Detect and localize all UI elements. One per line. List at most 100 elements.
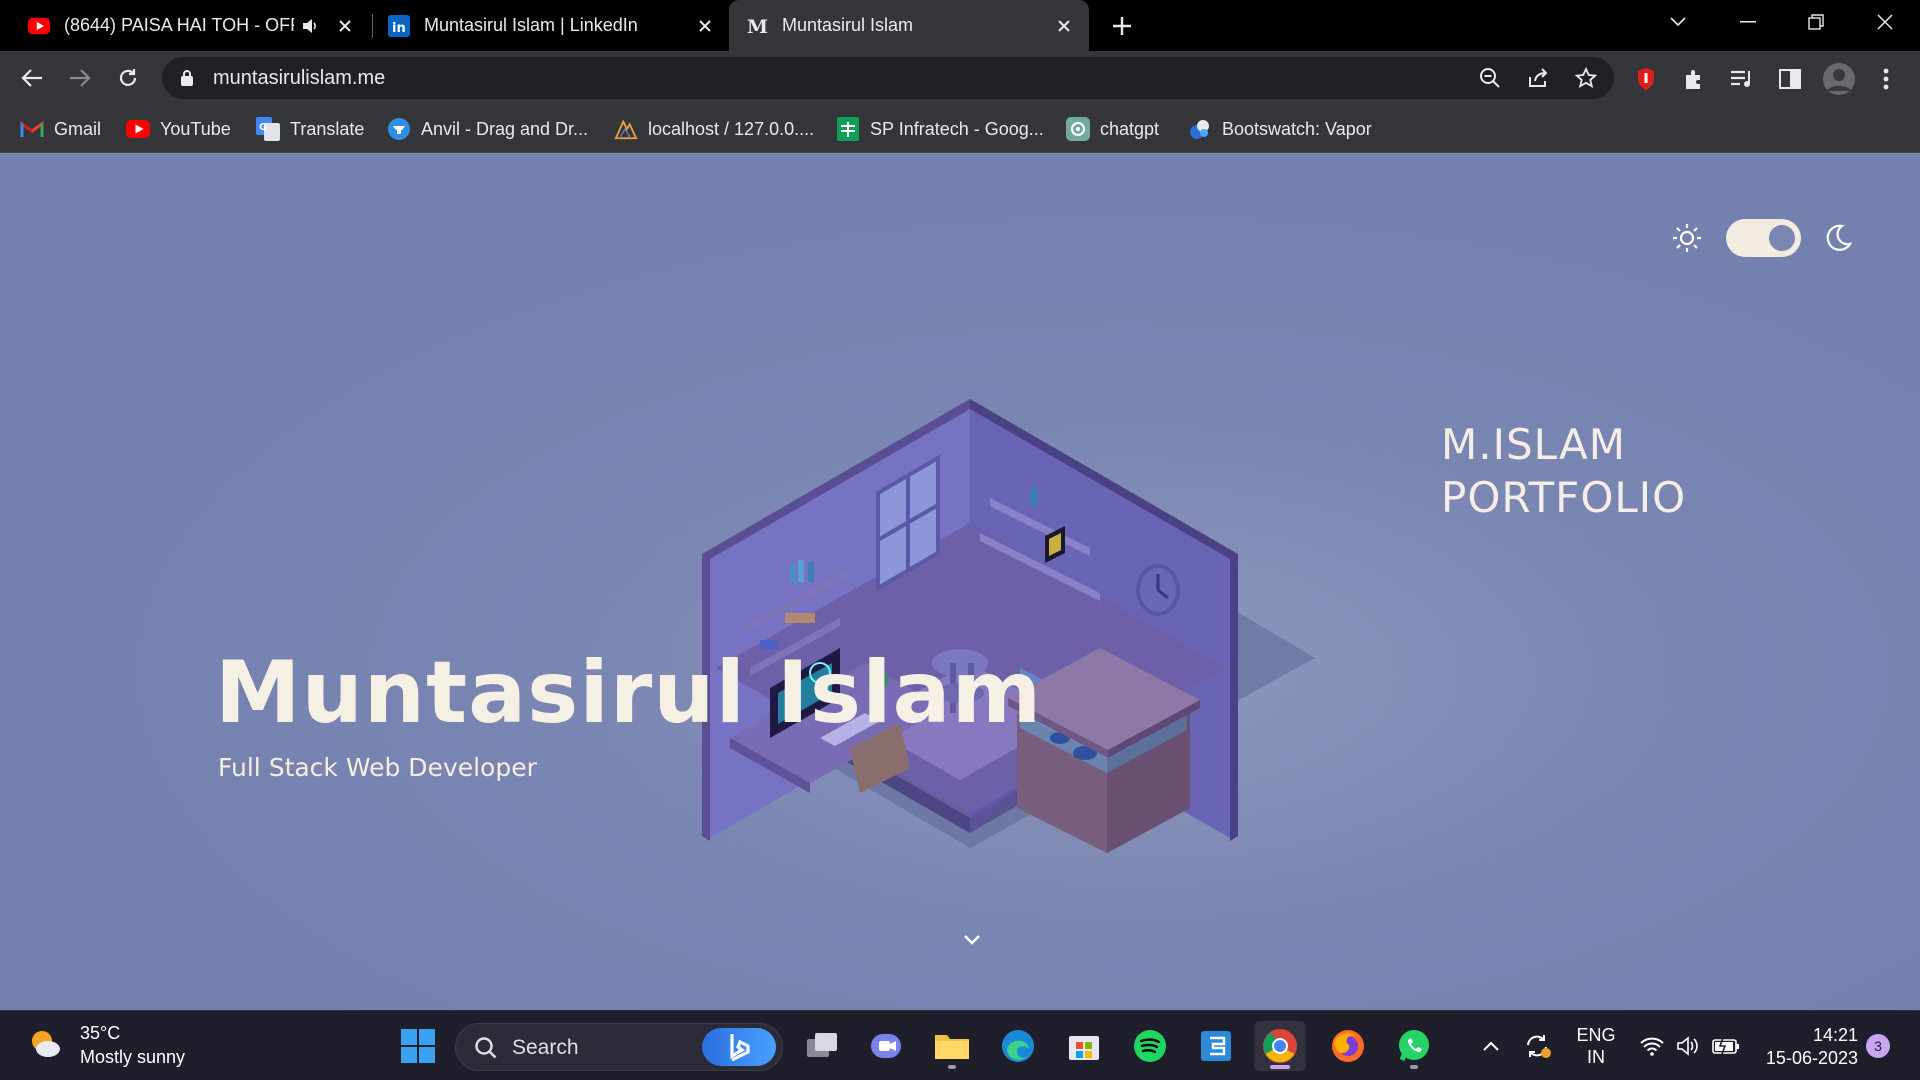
bookmark-localhost[interactable]: localhost / 127.0.0.... <box>614 113 814 145</box>
theme-toggle[interactable] <box>1726 219 1801 257</box>
windows-start-icon[interactable] <box>392 1021 444 1071</box>
url-text[interactable]: muntasirulislam.me <box>213 67 385 90</box>
share-icon[interactable] <box>1526 66 1550 90</box>
sheets-icon <box>836 117 860 141</box>
gmail-icon <box>20 117 44 141</box>
bookmark-anvil[interactable]: Anvil - Drag and Dr... <box>387 113 588 145</box>
phpmyadmin-icon <box>614 117 638 141</box>
bookmark-label: chatgpt <box>1100 118 1160 139</box>
show-hidden-icons-chevron-icon[interactable] <box>1476 1011 1506 1080</box>
bookmark-gmail[interactable]: Gmail <box>20 113 101 145</box>
youtube-icon <box>126 117 150 141</box>
bookmarks-bar: Gmail YouTube G Translate Anvil - Drag a… <box>0 105 1920 153</box>
weather-temperature: 35°C <box>80 1023 121 1043</box>
running-indicator <box>1410 1065 1418 1069</box>
vscode-app-icon[interactable] <box>1190 1021 1242 1071</box>
tab-strip: (8644) PAISA HAI TOH - OFFI in Muntasiru… <box>0 0 1920 51</box>
bookmark-label: localhost / 127.0.0.... <box>648 118 815 139</box>
clock-date: 15-06-2023 <box>1765 1048 1858 1068</box>
media-queue-icon[interactable] <box>1728 65 1756 93</box>
bookmark-translate[interactable]: G Translate <box>256 113 364 145</box>
back-icon[interactable] <box>16 62 48 94</box>
tab-youtube[interactable]: (8644) PAISA HAI TOH - OFFI <box>28 0 358 51</box>
tab-portfolio[interactable]: M Muntasirul Islam <box>729 0 1089 51</box>
close-tab-icon[interactable] <box>692 13 718 39</box>
new-tab-icon[interactable] <box>1108 12 1136 40</box>
tab-title: Muntasirul Islam | LinkedIn <box>424 15 638 35</box>
minimize-icon[interactable] <box>1720 0 1776 44</box>
weather-sun-cloud-icon <box>28 1027 64 1064</box>
bookmark-youtube[interactable]: YouTube <box>126 113 231 145</box>
svg-text:in: in <box>392 21 406 36</box>
task-view-icon[interactable] <box>796 1021 848 1071</box>
tab-title: (8644) PAISA HAI TOH - OFFI <box>64 15 294 35</box>
clock-time: 14:21 <box>1812 1025 1858 1045</box>
hero-name: Muntasirul Islam <box>215 643 1043 743</box>
portfolio-heading-line1: M.ISLAM <box>1441 420 1626 469</box>
sync-icon[interactable] <box>1520 1011 1556 1080</box>
whatsapp-icon[interactable] <box>1388 1021 1440 1071</box>
bookmark-bootswatch[interactable]: Bootswatch: Vapor <box>1188 113 1372 145</box>
bookmark-label: Bootswatch: Vapor <box>1222 118 1372 139</box>
wifi-icon[interactable] <box>1636 1011 1668 1080</box>
teams-chat-icon[interactable] <box>860 1021 912 1071</box>
search-icon <box>474 1036 498 1065</box>
bookmark-star-icon[interactable] <box>1574 66 1598 90</box>
chatgpt-icon <box>1066 117 1090 141</box>
svg-text:M: M <box>747 16 768 37</box>
portfolio-heading: M.ISLAM PORTFOLIO <box>1441 418 1686 524</box>
bookmark-sp-infratech[interactable]: SP Infratech - Goog... <box>836 113 1044 145</box>
extension-shield-icon[interactable] <box>1632 65 1660 93</box>
profile-avatar[interactable] <box>1822 62 1856 96</box>
weather-description: Mostly sunny <box>80 1047 186 1067</box>
zoom-icon[interactable] <box>1478 66 1502 90</box>
firefox-icon[interactable] <box>1322 1021 1374 1071</box>
portfolio-heading-line2: PORTFOLIO <box>1441 473 1687 522</box>
forward-icon[interactable] <box>64 62 96 94</box>
svg-text:G: G <box>259 122 267 133</box>
tab-search-icon[interactable] <box>1650 0 1706 44</box>
anvil-icon <box>387 117 411 141</box>
sun-icon[interactable] <box>1672 223 1702 258</box>
youtube-icon <box>28 15 50 37</box>
reload-icon[interactable] <box>112 62 144 94</box>
bing-icon[interactable] <box>702 1028 776 1066</box>
bookmark-chatgpt[interactable]: chatgpt <box>1066 113 1159 145</box>
translate-icon: G <box>256 117 280 141</box>
restore-icon[interactable] <box>1788 0 1844 44</box>
language-indicator[interactable]: ENG IN <box>1572 1024 1620 1068</box>
volume-icon[interactable] <box>1672 1011 1704 1080</box>
search-placeholder: Search <box>512 1036 579 1059</box>
taskbar-search-box[interactable]: Search <box>455 1023 783 1071</box>
speaker-icon[interactable] <box>302 18 320 34</box>
side-panel-icon[interactable] <box>1776 65 1804 93</box>
tab-title: Muntasirul Islam <box>782 15 914 35</box>
bookmark-label: YouTube <box>160 118 231 139</box>
scroll-down-chevron-icon[interactable] <box>963 933 981 951</box>
edge-icon[interactable] <box>992 1021 1044 1071</box>
m-logo-icon: M <box>746 15 768 37</box>
file-explorer-icon[interactable] <box>926 1021 978 1071</box>
spotify-icon[interactable] <box>1124 1021 1176 1071</box>
menu-kebab-icon[interactable] <box>1872 65 1900 93</box>
close-tab-icon[interactable] <box>1051 13 1077 39</box>
close-tab-icon[interactable] <box>332 13 358 39</box>
tab-separator <box>372 14 373 38</box>
portfolio-page: M.ISLAM PORTFOLIO Muntasirul Islam Full … <box>0 153 1920 1010</box>
hero-subtitle: Full Stack Web Developer <box>218 753 537 782</box>
system-clock[interactable]: 14:21 15-06-2023 <box>1758 1024 1858 1070</box>
lock-icon[interactable] <box>180 69 194 92</box>
address-bar[interactable]: muntasirulislam.me <box>162 57 1614 99</box>
running-indicator <box>948 1065 956 1069</box>
tab-linkedin[interactable]: in Muntasirul Islam | LinkedIn <box>388 0 718 51</box>
close-window-icon[interactable] <box>1857 0 1913 44</box>
moon-icon[interactable] <box>1824 223 1853 258</box>
weather-widget[interactable]: 35°C Mostly sunny <box>28 1021 185 1069</box>
chrome-icon[interactable] <box>1254 1021 1306 1071</box>
running-indicator <box>1270 1065 1290 1069</box>
extensions-puzzle-icon[interactable] <box>1680 65 1708 93</box>
linkedin-icon: in <box>388 14 410 37</box>
microsoft-store-icon[interactable] <box>1058 1021 1110 1071</box>
battery-icon[interactable] <box>1708 1011 1744 1080</box>
notification-badge[interactable]: 3 <box>1866 1034 1890 1058</box>
